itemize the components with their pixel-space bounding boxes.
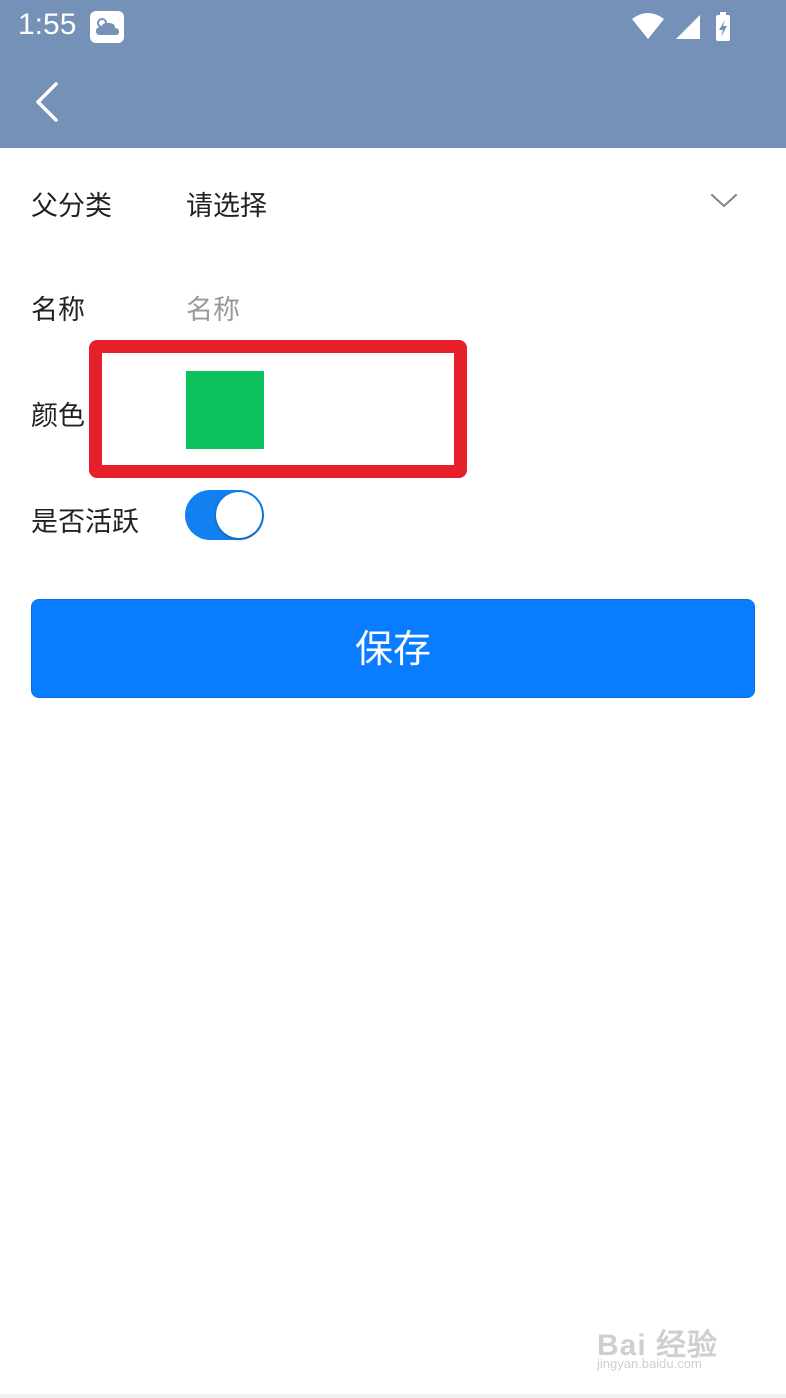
name-row: 名称 名称: [0, 258, 786, 352]
battery-charging-icon: [716, 12, 730, 41]
status-icons: [630, 11, 760, 49]
bottom-edge: [0, 1394, 786, 1398]
parent-category-select[interactable]: 请选择: [186, 184, 267, 223]
highlight-box: [89, 340, 467, 478]
app-bar: [0, 56, 786, 148]
chevron-down-icon[interactable]: [710, 192, 738, 210]
watermark: Bai 经验 jingyan.baidu.com: [597, 1316, 742, 1376]
name-label: 名称: [31, 295, 85, 326]
active-toggle[interactable]: [185, 490, 264, 540]
back-button[interactable]: [30, 80, 70, 124]
status-time: 1:55: [18, 8, 77, 41]
watermark-sub: jingyan.baidu.com: [597, 1356, 702, 1371]
parent-category-label: 父分类: [31, 191, 112, 222]
status-bar: 1:55: [0, 0, 786, 56]
cell-signal-icon: [676, 15, 700, 39]
active-label: 是否活跃: [31, 507, 139, 538]
chevron-left-icon: [36, 82, 58, 122]
cloud-sun-icon: [90, 11, 124, 43]
color-label: 颜色: [31, 401, 85, 432]
toggle-knob: [216, 492, 262, 538]
name-input[interactable]: 名称: [186, 288, 240, 327]
parent-category-row[interactable]: 父分类 请选择: [0, 150, 786, 254]
save-button[interactable]: 保存: [31, 599, 755, 698]
wifi-icon: [632, 13, 664, 39]
